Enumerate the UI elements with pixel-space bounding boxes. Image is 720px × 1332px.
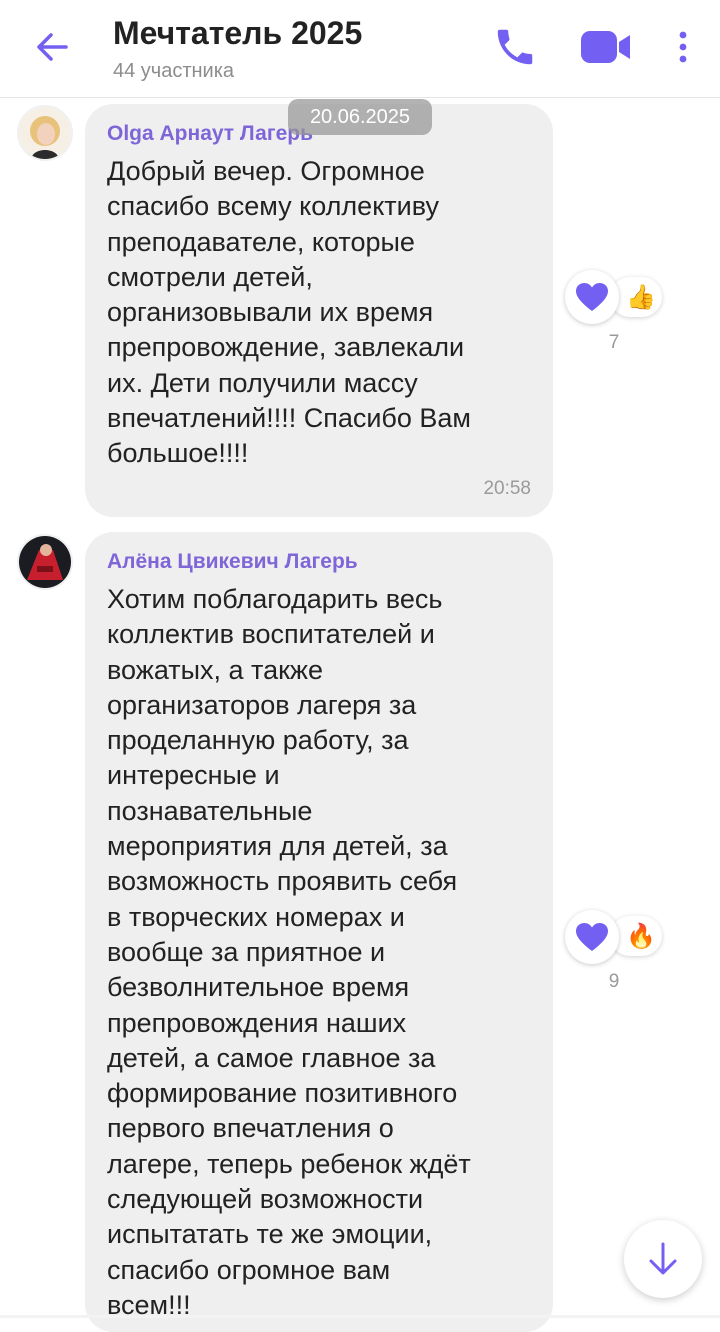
purple-heart-icon [576, 283, 608, 311]
sender-name[interactable]: Алёна Цвикевич Лагерь [107, 550, 531, 574]
reaction-count: 7 [608, 332, 620, 353]
more-vertical-icon [679, 31, 687, 63]
message-bubble[interactable]: Olga Арнаут Лагерь Добрый вечер. Огромно… [85, 104, 553, 517]
avatar-image [19, 107, 71, 159]
message-bubble[interactable]: Алёна Цвикевич Лагерь Хотим поблагодарит… [85, 532, 553, 1332]
message-text: Добрый вечер. Огромное спасибо всему кол… [107, 156, 471, 469]
arrow-left-icon [37, 33, 68, 61]
more-options-button[interactable] [668, 24, 698, 70]
phone-icon [497, 29, 533, 65]
reaction-button[interactable] [565, 270, 619, 324]
chat-header: Мечтатель 2025 44 участника [0, 0, 720, 98]
reaction-count: 9 [608, 971, 620, 992]
video-call-button[interactable] [578, 26, 634, 68]
arrow-down-icon [649, 1242, 677, 1275]
avatar[interactable] [17, 105, 73, 161]
chat-title[interactable]: Мечтатель 2025 [113, 15, 362, 52]
video-camera-icon [581, 31, 630, 63]
avatar-image [19, 536, 71, 588]
voice-call-button[interactable] [492, 24, 538, 70]
message-text: Хотим поблагодарить весь коллектив воспи… [107, 584, 471, 1320]
back-button[interactable] [30, 24, 76, 70]
scroll-to-bottom-button[interactable] [624, 1220, 702, 1298]
purple-heart-icon [576, 923, 608, 951]
fire-icon: 🔥 [626, 922, 656, 950]
avatar[interactable] [17, 534, 73, 590]
date-separator: 20.06.2025 [288, 99, 432, 135]
message-time: 20:58 [483, 478, 531, 499]
participants-count[interactable]: 44 участника [113, 60, 234, 83]
thumbs-up-icon: 👍 [626, 283, 656, 311]
reaction-button[interactable] [565, 910, 619, 964]
